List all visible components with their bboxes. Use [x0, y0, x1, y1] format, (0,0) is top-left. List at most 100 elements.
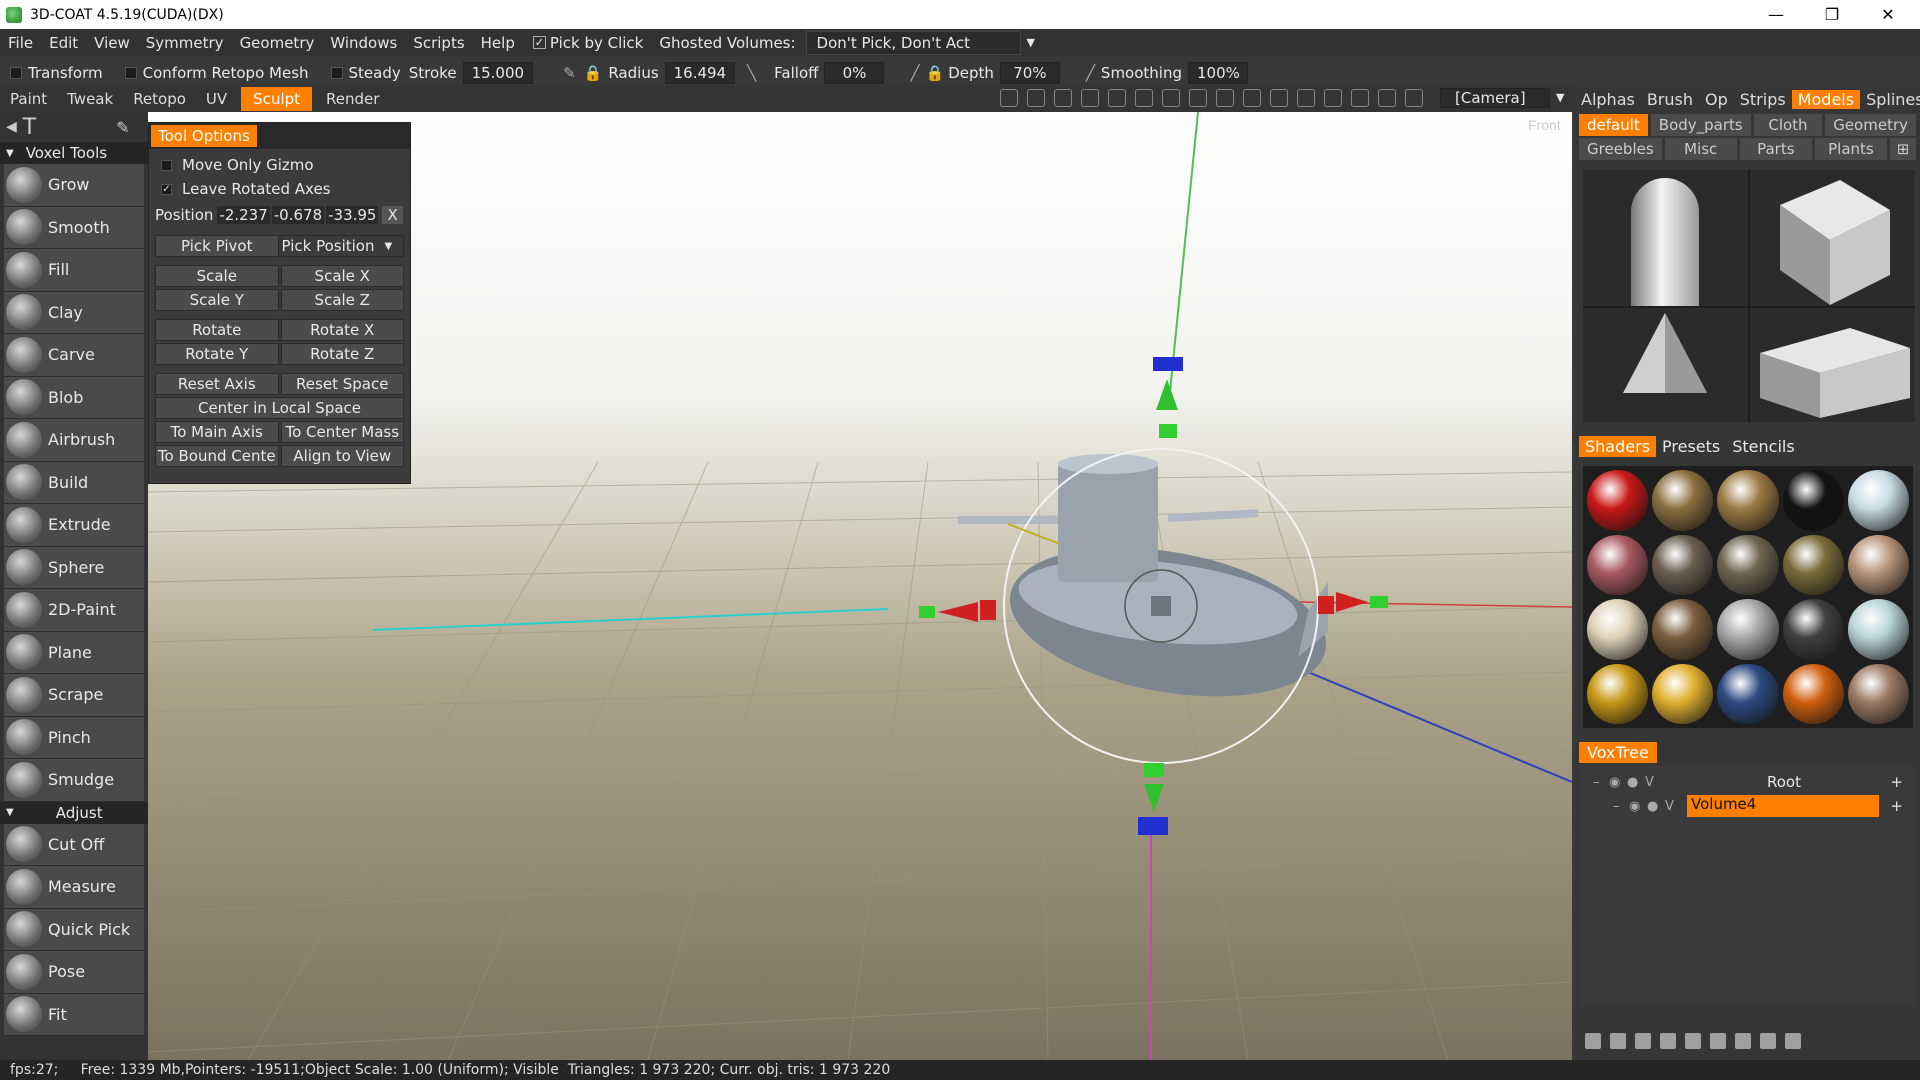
tab-uv[interactable]: UV: [196, 87, 237, 111]
shader-ball[interactable]: [1847, 470, 1909, 531]
rotate-y-button[interactable]: Rotate Y: [155, 343, 279, 365]
tab-brush[interactable]: Brush: [1641, 90, 1699, 109]
rotate-button[interactable]: Rotate: [155, 319, 279, 341]
pan-view-icon[interactable]: [1135, 89, 1153, 107]
light-alt-icon[interactable]: [1027, 89, 1045, 107]
tool-extrude[interactable]: Extrude: [4, 504, 144, 547]
scale-x-button[interactable]: Scale X: [280, 265, 404, 287]
position-z-input[interactable]: -33.95: [326, 206, 379, 224]
shader-ball[interactable]: [1652, 599, 1714, 660]
tab-models[interactable]: Models: [1791, 89, 1861, 109]
scale-y-button[interactable]: Scale Y: [155, 289, 279, 311]
shader-ball[interactable]: [1652, 534, 1714, 595]
collapse-triangle-icon[interactable]: ▼: [6, 148, 14, 159]
surface-mode-icon[interactable]: [1685, 1033, 1701, 1049]
adjust-tool-cut-off[interactable]: Cut Off: [4, 823, 144, 866]
close-icon[interactable]: ✕: [1860, 0, 1916, 29]
zoom-view-icon[interactable]: [1162, 89, 1180, 107]
subtab-misc[interactable]: Misc: [1664, 138, 1737, 160]
voxelize-icon[interactable]: [1735, 1033, 1751, 1049]
play-icon[interactable]: [1189, 89, 1207, 107]
minimize-icon[interactable]: —: [1748, 0, 1804, 29]
adjust-section[interactable]: ▼ Adjust: [0, 801, 148, 824]
ghost-icon[interactable]: ●: [1627, 775, 1638, 790]
tab-render[interactable]: Render: [316, 87, 389, 111]
tool-options-titlebar[interactable]: Tool Options: [149, 123, 410, 149]
subtab-default[interactable]: default: [1579, 114, 1648, 136]
tool-2d-paint[interactable]: 2D-Paint: [4, 589, 144, 632]
tool-sphere[interactable]: Sphere: [4, 546, 144, 589]
falloff-input[interactable]: 0%: [824, 61, 885, 84]
shader-ball[interactable]: [1847, 663, 1909, 724]
add-layer-icon[interactable]: +: [1890, 773, 1903, 791]
restore-icon[interactable]: ❐: [1804, 0, 1860, 29]
voxtree-row-volume[interactable]: – ◉ ● V Volume4 +: [1579, 794, 1915, 818]
tab-paint[interactable]: Paint: [0, 87, 57, 111]
voxel-mode-icon[interactable]: V: [1665, 799, 1674, 814]
scale-z-button[interactable]: Scale Z: [280, 289, 404, 311]
collapse-icon[interactable]: –: [1613, 799, 1620, 814]
add-folder-icon[interactable]: ⊞: [1889, 138, 1916, 160]
tab-strips[interactable]: Strips: [1734, 90, 1792, 109]
adjust-tool-fit[interactable]: Fit: [4, 993, 144, 1036]
grid-icon[interactable]: [1324, 89, 1342, 107]
shader-ball[interactable]: [1782, 534, 1844, 595]
new-volume-icon[interactable]: [1585, 1033, 1601, 1049]
steady-stroke-checkbox[interactable]: [330, 66, 343, 79]
screenshot-icon[interactable]: [1405, 89, 1423, 107]
pick-by-click-checkbox[interactable]: ✓: [532, 36, 546, 49]
shader-ball[interactable]: [1717, 470, 1779, 531]
tool-build[interactable]: Build: [4, 461, 144, 504]
tool-options-title[interactable]: Tool Options: [151, 125, 257, 147]
shader-ball[interactable]: [1717, 599, 1779, 660]
duplicate-icon[interactable]: [1635, 1033, 1651, 1049]
frame-pen-icon[interactable]: [1243, 89, 1261, 107]
cube-view-icon[interactable]: [1297, 89, 1315, 107]
tab-stencils[interactable]: Stencils: [1726, 436, 1800, 457]
voxel-mode-icon[interactable]: V: [1645, 775, 1654, 790]
tab-presets[interactable]: Presets: [1656, 436, 1726, 457]
shader-ball[interactable]: [1587, 534, 1649, 595]
model-capsule[interactable]: [1583, 170, 1748, 306]
to-bound-center-button[interactable]: To Bound Cente: [155, 445, 279, 467]
subtab-plants[interactable]: Plants: [1814, 138, 1887, 160]
tool-pinch[interactable]: Pinch: [4, 716, 144, 759]
add-layer-icon[interactable]: +: [1890, 797, 1903, 815]
export-icon[interactable]: [1760, 1033, 1776, 1049]
chevron-down-icon[interactable]: ▼: [385, 241, 393, 252]
shader-ball[interactable]: [1587, 663, 1649, 724]
shader-ball[interactable]: [1847, 599, 1909, 660]
menu-help[interactable]: Help: [473, 34, 523, 52]
leave-rotated-axes-row[interactable]: ✓ Leave Rotated Axes: [149, 177, 410, 201]
subtab-cloth[interactable]: Cloth: [1753, 114, 1823, 136]
tool-clay[interactable]: Clay: [4, 291, 144, 334]
tool-grow[interactable]: Grow: [4, 164, 144, 207]
shader-ball[interactable]: [1652, 470, 1714, 531]
tool-airbrush[interactable]: Airbrush: [4, 419, 144, 462]
collapse-triangle-icon[interactable]: ▼: [6, 807, 14, 818]
model-cone[interactable]: [1583, 308, 1748, 422]
adjust-tool-pose[interactable]: Pose: [4, 951, 144, 994]
sphere-icon[interactable]: [1660, 1033, 1676, 1049]
menu-view[interactable]: View: [86, 34, 138, 52]
brush-stroke-icon[interactable]: [1054, 89, 1072, 107]
menu-edit[interactable]: Edit: [41, 34, 86, 52]
adjust-tool-measure[interactable]: Measure: [4, 866, 144, 909]
shader-ball[interactable]: [1847, 534, 1909, 595]
pen-pressure-icon[interactable]: ✎: [563, 64, 576, 82]
pen-icon[interactable]: ✎: [116, 118, 129, 137]
voxtree-volume-name[interactable]: Volume4: [1687, 795, 1879, 817]
reset-axis-button[interactable]: Reset Axis: [155, 373, 279, 395]
chevron-down-icon[interactable]: ▼: [1027, 36, 1035, 49]
shader-ball[interactable]: [1717, 663, 1779, 724]
shader-ball[interactable]: [1782, 663, 1844, 724]
tool-smudge[interactable]: Smudge: [4, 759, 144, 802]
menu-geometry[interactable]: Geometry: [232, 34, 323, 52]
rotate-x-button[interactable]: Rotate X: [280, 319, 404, 341]
shader-ball[interactable]: [1782, 470, 1844, 531]
no-symbol-icon[interactable]: [1270, 89, 1288, 107]
center-in-local-space-button[interactable]: Center in Local Space: [155, 397, 404, 419]
tab-shaders[interactable]: Shaders: [1579, 436, 1657, 457]
conform-checkbox[interactable]: [124, 66, 137, 79]
to-center-mass-button[interactable]: To Center Mass: [280, 421, 404, 443]
